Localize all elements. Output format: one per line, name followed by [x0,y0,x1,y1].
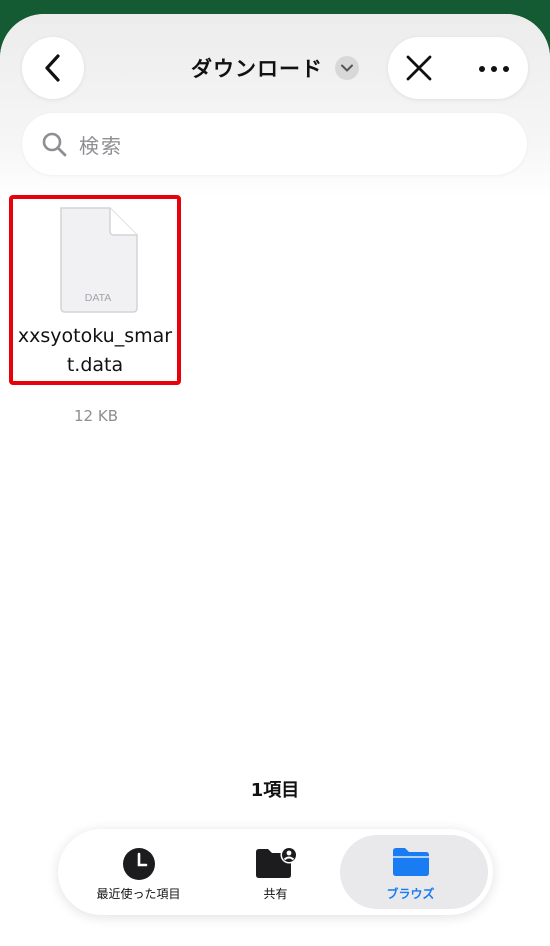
tab-recents-label: 最近使った項目 [96,887,181,901]
file-name: xxsyotoku_smart.data [17,325,173,376]
chevron-down-icon [341,64,353,72]
file-browser-sheet: ダウンロード 検索 DATA xxsyotoku_smart.data 12 K… [0,14,550,946]
file-size: 12 KB [74,407,118,425]
tab-recents[interactable]: 最近使った項目 [66,829,211,915]
title-menu[interactable]: ダウンロード [150,50,400,86]
file-item[interactable]: DATA xxsyotoku_smart.data [9,195,181,385]
tab-browse[interactable]: ブラウズ [338,829,488,915]
tab-shared-label: 共有 [263,887,288,901]
search-placeholder: 検索 [79,134,123,158]
more-icon [479,66,509,72]
page-title: ダウンロード [191,57,323,81]
file-type-label: DATA [85,292,111,304]
header-actions [388,37,528,99]
back-button[interactable] [22,37,84,99]
item-count: 1項目 [250,780,300,801]
shared-folder-icon [255,847,297,878]
more-button[interactable] [478,61,510,75]
search-field[interactable]: 検索 [22,113,527,175]
close-icon [406,55,432,81]
tab-browse-label: ブラウズ [386,887,435,901]
tab-shared[interactable]: 共有 [203,829,348,915]
data-file-icon: DATA [60,207,138,313]
clock-icon [122,848,155,880]
chevron-left-icon [45,54,60,82]
search-icon [42,132,67,157]
title-dropdown-button[interactable] [335,56,359,80]
tab-bar: 最近使った項目 共有 ブラウズ [58,829,493,915]
close-button[interactable] [405,54,433,82]
folder-icon [392,848,429,876]
